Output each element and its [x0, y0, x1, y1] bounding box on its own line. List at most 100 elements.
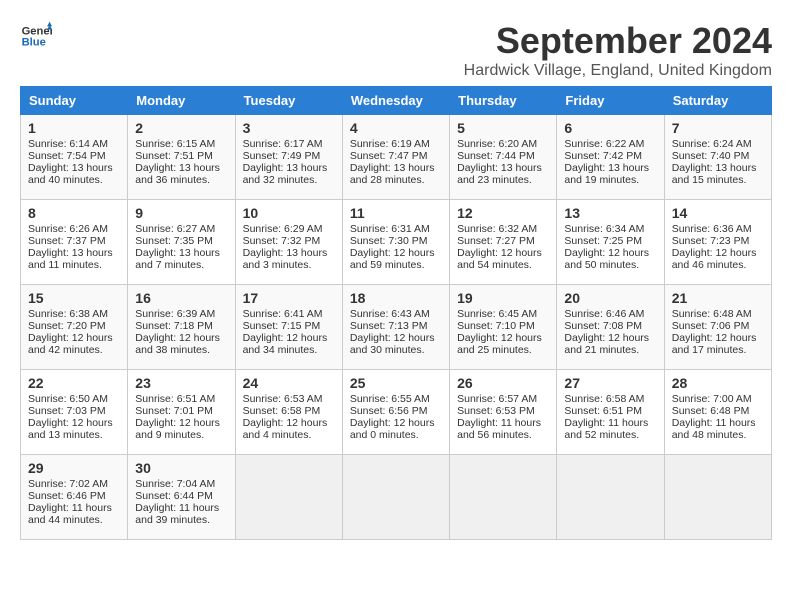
- daylight-text: Daylight: 13 hours and 36 minutes.: [135, 162, 220, 186]
- sunrise-text: Sunrise: 6:32 AM: [457, 223, 537, 235]
- daylight-text: Daylight: 13 hours and 28 minutes.: [350, 162, 435, 186]
- calendar-cell: 12Sunrise: 6:32 AMSunset: 7:27 PMDayligh…: [450, 200, 557, 285]
- sunrise-text: Sunrise: 6:27 AM: [135, 223, 215, 235]
- calendar-cell: [450, 455, 557, 540]
- sunset-text: Sunset: 7:15 PM: [243, 320, 321, 332]
- day-number: 12: [457, 205, 549, 221]
- sunrise-text: Sunrise: 6:15 AM: [135, 138, 215, 150]
- calendar-cell: 16Sunrise: 6:39 AMSunset: 7:18 PMDayligh…: [128, 285, 235, 370]
- day-number: 28: [672, 375, 764, 391]
- sunset-text: Sunset: 7:08 PM: [564, 320, 642, 332]
- day-number: 17: [243, 290, 335, 306]
- calendar-cell: 30Sunrise: 7:04 AMSunset: 6:44 PMDayligh…: [128, 455, 235, 540]
- day-number: 9: [135, 205, 227, 221]
- week-row-5: 29Sunrise: 7:02 AMSunset: 6:46 PMDayligh…: [21, 455, 772, 540]
- sunrise-text: Sunrise: 6:41 AM: [243, 308, 323, 320]
- sunrise-text: Sunrise: 6:36 AM: [672, 223, 752, 235]
- col-monday: Monday: [128, 87, 235, 115]
- sunset-text: Sunset: 7:51 PM: [135, 150, 213, 162]
- sunrise-text: Sunrise: 6:26 AM: [28, 223, 108, 235]
- day-number: 16: [135, 290, 227, 306]
- calendar-cell: 23Sunrise: 6:51 AMSunset: 7:01 PMDayligh…: [128, 370, 235, 455]
- calendar-cell: 27Sunrise: 6:58 AMSunset: 6:51 PMDayligh…: [557, 370, 664, 455]
- logo: General Blue: [20, 20, 52, 52]
- calendar-cell: 19 Sunrise: 6:45 AMSunset: 7:10 PMDayligh…: [450, 285, 557, 370]
- day-number: 1: [28, 120, 120, 136]
- sunset-text: Sunset: 7:32 PM: [243, 235, 321, 247]
- sunrise-text: Sunrise: 6:14 AM: [28, 138, 108, 150]
- day-number: 22: [28, 375, 120, 391]
- calendar-cell: 17 Sunrise: 6:41 AMSunset: 7:15 PMDayligh…: [235, 285, 342, 370]
- sunset-text: Sunset: 7:30 PM: [350, 235, 428, 247]
- day-number: 15: [28, 290, 120, 306]
- calendar-cell: 6Sunrise: 6:22 AMSunset: 7:42 PMDaylight…: [557, 115, 664, 200]
- sunset-text: Sunset: 7:54 PM: [28, 150, 106, 162]
- sunrise-text: Sunrise: 6:29 AM: [243, 223, 323, 235]
- calendar-cell: [557, 455, 664, 540]
- daylight-text: Daylight: 12 hours and 38 minutes.: [135, 332, 220, 356]
- calendar-cell: 10Sunrise: 6:29 AMSunset: 7:32 PMDayligh…: [235, 200, 342, 285]
- sunrise-text: Sunrise: 6:50 AM: [28, 393, 108, 405]
- calendar-cell: 3Sunrise: 6:17 AMSunset: 7:49 PMDaylight…: [235, 115, 342, 200]
- sunset-text: Sunset: 7:27 PM: [457, 235, 535, 247]
- calendar-cell: 8Sunrise: 6:26 AMSunset: 7:37 PMDaylight…: [21, 200, 128, 285]
- sunrise-text: Sunrise: 6:53 AM: [243, 393, 323, 405]
- week-row-4: 22Sunrise: 6:50 AMSunset: 7:03 PMDayligh…: [21, 370, 772, 455]
- sunset-text: Sunset: 7:23 PM: [672, 235, 750, 247]
- day-number: 7: [672, 120, 764, 136]
- daylight-text: Daylight: 12 hours and 25 minutes.: [457, 332, 542, 356]
- daylight-text: Daylight: 12 hours and 4 minutes.: [243, 417, 328, 441]
- sunset-text: Sunset: 7:40 PM: [672, 150, 750, 162]
- daylight-text: Daylight: 12 hours and 17 minutes.: [672, 332, 757, 356]
- sunrise-text: Sunrise: 6:17 AM: [243, 138, 323, 150]
- sunrise-text: Sunrise: 6:24 AM: [672, 138, 752, 150]
- daylight-text: Daylight: 12 hours and 34 minutes.: [243, 332, 328, 356]
- day-number: 6: [564, 120, 656, 136]
- daylight-text: Daylight: 12 hours and 9 minutes.: [135, 417, 220, 441]
- sunrise-text: Sunrise: 6:38 AM: [28, 308, 108, 320]
- sunrise-text: Sunrise: 7:04 AM: [135, 478, 215, 490]
- calendar-cell: 13Sunrise: 6:34 AMSunset: 7:25 PMDayligh…: [557, 200, 664, 285]
- sunset-text: Sunset: 7:35 PM: [135, 235, 213, 247]
- calendar-cell: 14Sunrise: 6:36 AMSunset: 7:23 PMDayligh…: [664, 200, 771, 285]
- sunset-text: Sunset: 6:46 PM: [28, 490, 106, 502]
- daylight-text: Daylight: 13 hours and 15 minutes.: [672, 162, 757, 186]
- sunset-text: Sunset: 7:47 PM: [350, 150, 428, 162]
- calendar-cell: [235, 455, 342, 540]
- daylight-text: Daylight: 13 hours and 23 minutes.: [457, 162, 542, 186]
- day-number: 19: [457, 290, 549, 306]
- sunrise-text: Sunrise: 6:57 AM: [457, 393, 537, 405]
- day-number: 14: [672, 205, 764, 221]
- month-title: September 2024: [464, 20, 772, 62]
- sunrise-text: Sunrise: 6:31 AM: [350, 223, 430, 235]
- sunrise-text: Sunrise: 6:45 AM: [457, 308, 537, 320]
- sunset-text: Sunset: 7:20 PM: [28, 320, 106, 332]
- day-number: 3: [243, 120, 335, 136]
- sunset-text: Sunset: 7:06 PM: [672, 320, 750, 332]
- day-number: 29: [28, 460, 120, 476]
- sunset-text: Sunset: 6:56 PM: [350, 405, 428, 417]
- sunset-text: Sunset: 6:48 PM: [672, 405, 750, 417]
- sunset-text: Sunset: 7:13 PM: [350, 320, 428, 332]
- daylight-text: Daylight: 12 hours and 30 minutes.: [350, 332, 435, 356]
- calendar-cell: [664, 455, 771, 540]
- daylight-text: Daylight: 12 hours and 21 minutes.: [564, 332, 649, 356]
- daylight-text: Daylight: 11 hours and 52 minutes.: [564, 417, 648, 441]
- day-number: 4: [350, 120, 442, 136]
- sunrise-text: Sunrise: 6:39 AM: [135, 308, 215, 320]
- calendar-cell: 26Sunrise: 6:57 AMSunset: 6:53 PMDayligh…: [450, 370, 557, 455]
- day-number: 27: [564, 375, 656, 391]
- daylight-text: Daylight: 13 hours and 32 minutes.: [243, 162, 328, 186]
- col-friday: Friday: [557, 87, 664, 115]
- sunrise-text: Sunrise: 6:55 AM: [350, 393, 430, 405]
- sunset-text: Sunset: 7:10 PM: [457, 320, 535, 332]
- daylight-text: Daylight: 13 hours and 19 minutes.: [564, 162, 649, 186]
- calendar-cell: 29Sunrise: 7:02 AMSunset: 6:46 PMDayligh…: [21, 455, 128, 540]
- calendar-cell: 22Sunrise: 6:50 AMSunset: 7:03 PMDayligh…: [21, 370, 128, 455]
- calendar-cell: 11Sunrise: 6:31 AMSunset: 7:30 PMDayligh…: [342, 200, 449, 285]
- day-number: 18: [350, 290, 442, 306]
- sunrise-text: Sunrise: 6:58 AM: [564, 393, 644, 405]
- sunset-text: Sunset: 7:42 PM: [564, 150, 642, 162]
- sunrise-text: Sunrise: 6:46 AM: [564, 308, 644, 320]
- week-row-1: 1 Sunrise: 6:14 AMSunset: 7:54 PM Daylight…: [21, 115, 772, 200]
